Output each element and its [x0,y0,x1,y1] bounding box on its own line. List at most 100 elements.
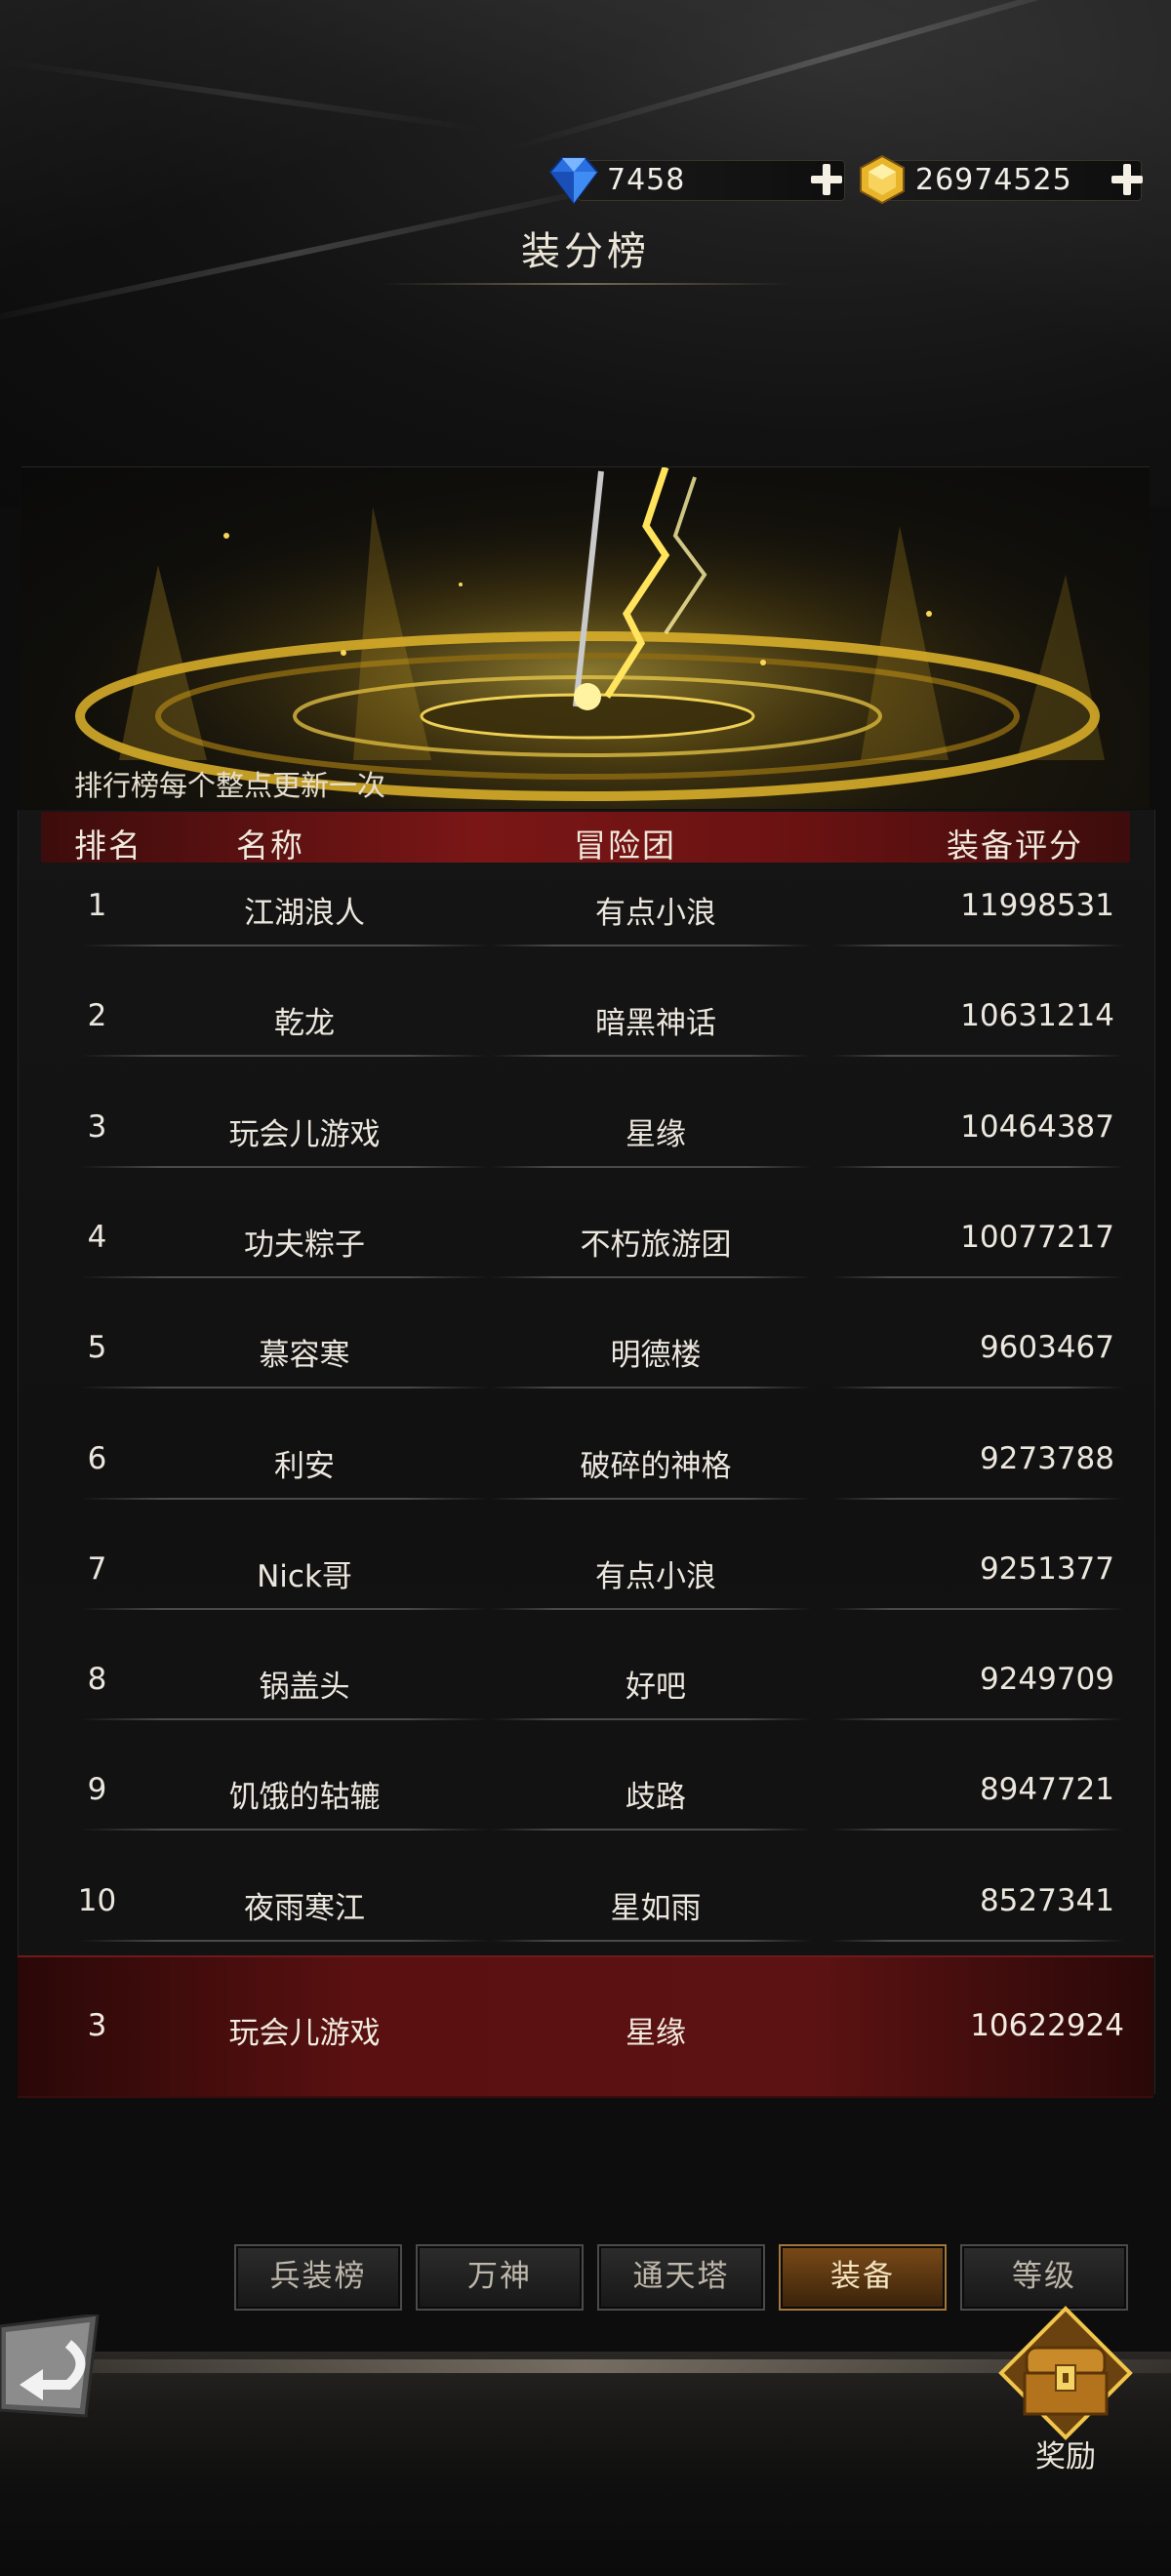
table-row: 6 利安 破碎的神格 9273788 [41,1416,1130,1526]
gold-coin-icon [860,154,905,205]
row-divider [831,1275,1124,1278]
tab-5[interactable]: 等级 [960,2244,1128,2311]
score-cell: 8527341 [979,1882,1114,1918]
row-divider [80,1055,490,1058]
name-cell: 夜雨寒江 [244,1890,365,1926]
golden-altar-illustration [21,467,1150,809]
name-cell: 锅盖头 [259,1670,350,1706]
my-rank: 3 [87,2008,107,2043]
row-divider [80,1607,490,1610]
row-divider [490,1497,812,1500]
guild-cell: 破碎的神格 [580,1448,732,1484]
rank-cell: 9 [87,1772,107,1808]
rank-cell: 5 [87,1330,107,1366]
guild-cell: 暗黑神话 [595,1006,716,1042]
leaderboard-banner [21,466,1150,809]
add-diamonds-plus-icon[interactable] [806,160,845,199]
table-row: 1 江湖浪人 有点小浪 11998531 [41,863,1130,973]
ground-decoration [0,2352,1171,2576]
score-cell: 10464387 [960,1108,1114,1145]
update-note: 排行榜每个整点更新一次 [74,769,386,802]
guild-cell: 星如雨 [610,1890,702,1926]
name-cell: 功夫粽子 [244,1227,365,1263]
header-score: 装备评分 [947,826,1083,865]
tab-3[interactable]: 通天塔 [597,2244,765,2311]
row-divider [831,1387,1124,1389]
name-cell: 慕容寒 [259,1338,350,1374]
row-divider [831,1718,1124,1721]
row-divider [80,945,490,946]
name-cell: 利安 [274,1448,335,1484]
row-divider [831,1497,1124,1500]
row-divider [831,1165,1124,1168]
score-cell: 9603467 [979,1330,1114,1366]
table-row: 5 慕容寒 明德楼 9603467 [41,1305,1130,1415]
score-cell: 11998531 [960,888,1114,923]
guild-cell: 好吧 [626,1670,686,1706]
rank-cell: 4 [87,1219,107,1255]
name-cell: Nick哥 [257,1558,352,1594]
row-divider [80,1387,490,1389]
guild-cell: 有点小浪 [595,1558,716,1594]
name-cell: 江湖浪人 [244,896,365,931]
my-guild: 星缘 [626,2016,686,2051]
row-divider [490,1718,812,1721]
table-row: 7 Nick哥 有点小浪 9251377 [41,1526,1130,1636]
guild-cell: 有点小浪 [595,896,716,931]
row-divider [831,945,1124,946]
my-rank-row: 3 玩会儿游戏 星缘 10622924 [18,1955,1153,2098]
tab-2[interactable]: 万神 [416,2244,584,2311]
treasure-chest-icon[interactable] [997,2305,1134,2441]
table-row: 8 锅盖头 好吧 9249709 [41,1636,1130,1747]
guild-cell: 星缘 [626,1116,686,1152]
table-row: 9 饥饿的轱辘 歧路 8947721 [41,1747,1130,1857]
row-divider [80,1939,490,1942]
score-cell: 8947721 [979,1772,1114,1808]
row-divider [490,1055,812,1058]
score-cell: 9249709 [979,1662,1114,1698]
guild-cell: 明德楼 [610,1338,702,1374]
name-cell: 乾龙 [274,1006,335,1042]
add-gold-plus-icon[interactable] [1107,160,1146,199]
table-row: 4 功夫粽子 不朽旅游团 10077217 [41,1194,1130,1305]
tab-1[interactable]: 兵装榜 [234,2244,402,2311]
row-divider [80,1718,490,1721]
rank-cell: 1 [87,888,107,923]
row-divider [490,945,812,946]
name-cell: 玩会儿游戏 [228,1116,381,1152]
guild-cell: 不朽旅游团 [580,1227,732,1263]
header-name: 名称 [236,826,304,865]
ground-ridge [0,2359,1171,2373]
rank-cell: 3 [87,1108,107,1145]
title-divider [381,283,790,285]
row-divider [831,1939,1124,1942]
rank-cell: 7 [87,1550,107,1587]
rank-cell: 6 [87,1440,107,1476]
row-divider [80,1165,490,1168]
table-row: 2 乾龙 暗黑神话 10631214 [41,973,1130,1083]
back-arrow-icon[interactable] [0,2314,107,2420]
row-divider [490,1829,812,1831]
diamond-counter: 7458 [548,154,847,205]
my-name: 玩会儿游戏 [228,2016,381,2051]
row-divider [490,1275,812,1278]
table-header: 排名 名称 冒险团 装备评分 [41,812,1130,865]
page-title: 装分榜 [521,229,650,274]
tab-4[interactable]: 装备 [779,2244,947,2311]
blue-diamond-icon [548,157,599,205]
row-divider [490,1607,812,1610]
rank-cell: 2 [87,998,107,1034]
row-divider [831,1055,1124,1058]
rank-cell: 10 [77,1882,117,1918]
table-row: 10 夜雨寒江 星如雨 8527341 [41,1858,1130,1968]
row-divider [80,1829,490,1831]
diamond-amount: 7458 [607,163,686,197]
name-cell: 饥饿的轱辘 [228,1780,381,1816]
reward-label: 奖励 [1035,2439,1096,2475]
score-cell: 9251377 [979,1550,1114,1587]
gold-counter: 26974525 [857,154,1150,205]
row-divider [490,1387,812,1389]
rank-cell: 8 [87,1662,107,1698]
my-score: 10622924 [970,2008,1124,2043]
row-divider [490,1165,812,1168]
